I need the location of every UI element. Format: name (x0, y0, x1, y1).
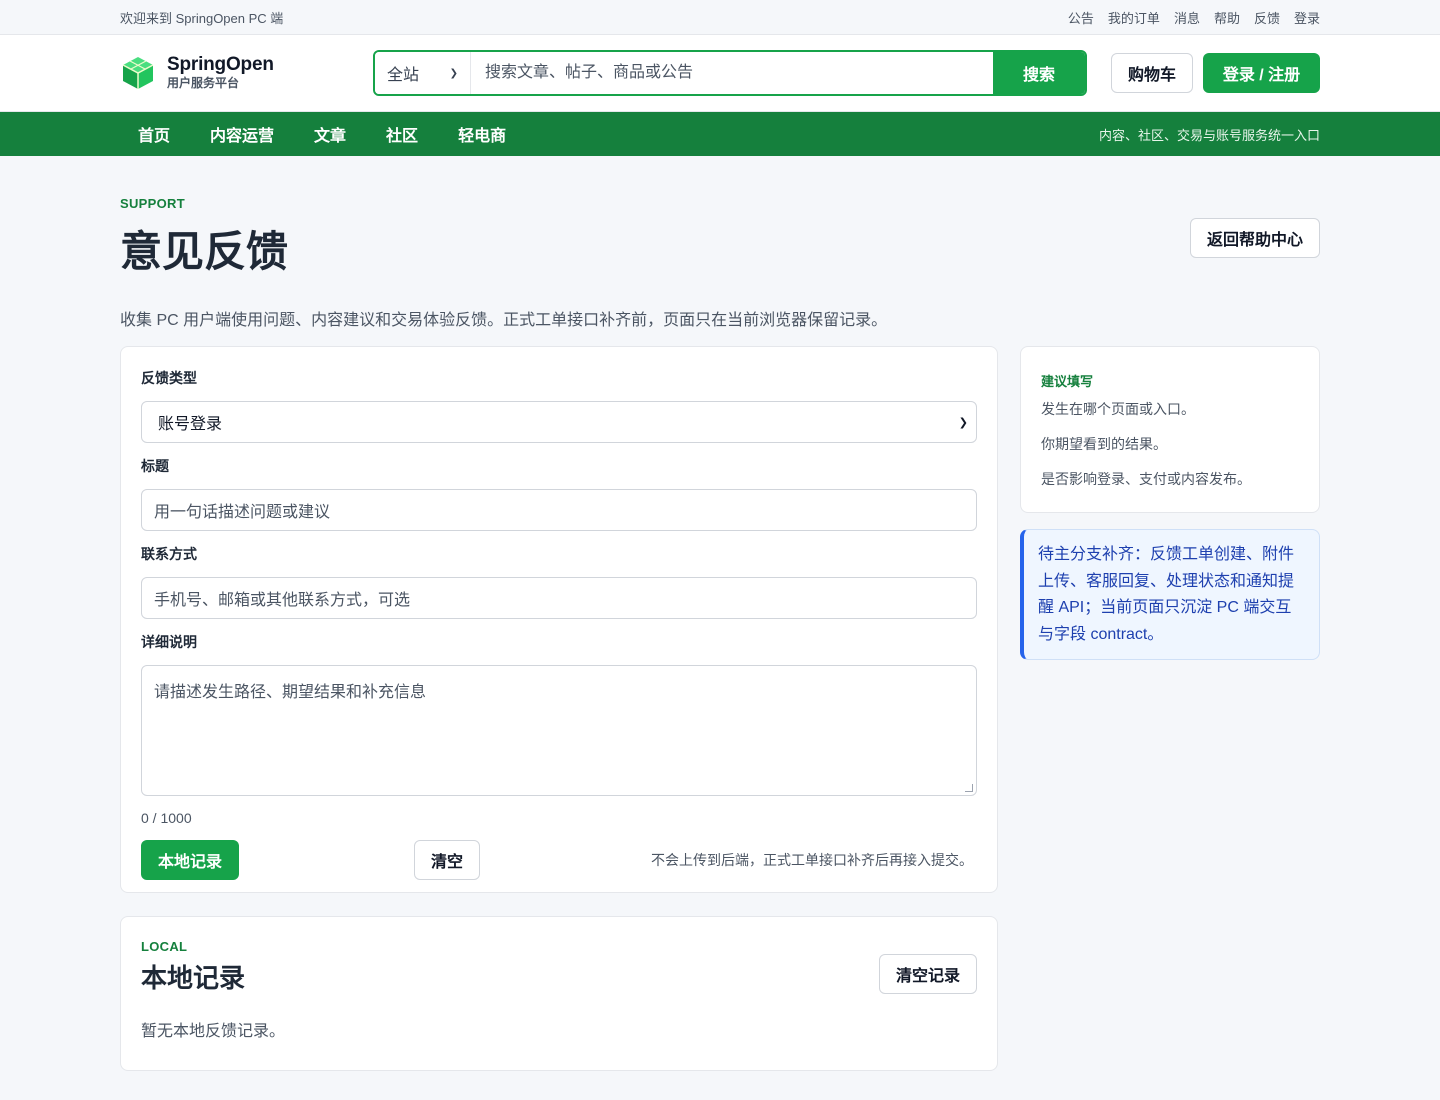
nav-item-ecommerce[interactable]: 轻电商 (458, 122, 506, 146)
local-eyebrow: LOCAL (141, 939, 188, 954)
save-local-button[interactable]: 本地记录 (141, 840, 239, 880)
top-link-help[interactable]: 帮助 (1214, 8, 1240, 27)
top-utility-bar: 欢迎来到 SpringOpen PC 端 公告 我的订单 消息 帮助 反馈 登录 (0, 0, 1440, 35)
feedback-form: 反馈类型 账号登录 ❯ 标题 用一句话描述问题或建议 联系方式 手机号、邮箱或其… (120, 346, 998, 893)
local-records-card: LOCAL 本地记录 暂无本地反馈记录。 清空记录 (120, 916, 998, 1071)
welcome-text: 欢迎来到 SpringOpen PC 端 (120, 10, 284, 26)
search-bar: 全站 ❯ 搜索 (373, 50, 1087, 96)
top-links: 公告 我的订单 消息 帮助 反馈 登录 (1068, 8, 1320, 27)
search-input[interactable] (471, 52, 993, 94)
cart-button[interactable]: 购物车 (1111, 53, 1193, 93)
char-counter: 0 / 1000 (141, 810, 192, 826)
title-label: 标题 (141, 458, 169, 474)
search-button[interactable]: 搜索 (993, 52, 1085, 94)
page-intro: 收集 PC 用户端使用问题、内容建议和交易体验反馈。正式工单接口补齐前，页面只在… (120, 312, 888, 329)
brand-subtitle: 用户服务平台 (167, 76, 240, 90)
top-link-orders[interactable]: 我的订单 (1108, 8, 1160, 27)
brand-logo[interactable]: SpringOpen 用户服务平台 (120, 55, 373, 91)
brand-name: SpringOpen (167, 54, 274, 75)
chevron-down-icon: ❯ (958, 416, 968, 429)
top-link-feedback[interactable]: 反馈 (1254, 8, 1280, 27)
local-empty-text: 暂无本地反馈记录。 (141, 1023, 286, 1040)
submit-note: 不会上传到后端，正式工单接口补齐后再接入提交。 (651, 852, 973, 868)
nav-item-articles[interactable]: 文章 (314, 122, 346, 146)
back-to-help-button[interactable]: 返回帮助中心 (1190, 218, 1320, 258)
type-label: 反馈类型 (141, 370, 197, 386)
feedback-type-value: 账号登录 (158, 416, 223, 433)
top-link-announcements[interactable]: 公告 (1068, 8, 1094, 27)
title-placeholder: 用一句话描述问题或建议 (154, 504, 331, 521)
detail-textarea[interactable]: 请描述发生路径、期望结果和补充信息 (141, 665, 977, 796)
search-scope-value: 全站 (387, 67, 420, 84)
nav-item-content-ops[interactable]: 内容运营 (210, 122, 274, 146)
resize-grip-icon[interactable] (965, 784, 973, 792)
page-title: 意见反馈 (120, 228, 289, 275)
top-link-messages[interactable]: 消息 (1174, 8, 1200, 27)
main-nav: 首页 内容运营 文章 社区 轻电商 内容、社区、交易与账号服务统一入口 (0, 112, 1440, 156)
tip-item: 是否影响登录、支付或内容发布。 (1041, 471, 1251, 487)
detail-placeholder: 请描述发生路径、期望结果和补充信息 (154, 684, 427, 701)
search-scope-select[interactable]: 全站 ❯ (375, 52, 471, 94)
login-register-button[interactable]: 登录 / 注册 (1203, 53, 1320, 93)
tips-card: 建议填写 发生在哪个页面或入口。 你期望看到的结果。 是否影响登录、支付或内容发… (1020, 346, 1320, 513)
nav-item-home[interactable]: 首页 (138, 122, 170, 146)
detail-label: 详细说明 (141, 634, 197, 650)
clear-form-button[interactable]: 清空 (414, 840, 480, 880)
title-input[interactable]: 用一句话描述问题或建议 (141, 489, 977, 531)
page-eyebrow: SUPPORT (120, 196, 185, 211)
page-heading: SUPPORT 意见反馈 返回帮助中心 收集 PC 用户端使用问题、内容建议和交… (120, 156, 1320, 346)
contact-label: 联系方式 (141, 546, 197, 562)
form-actions: 本地记录 清空 不会上传到后端，正式工单接口补齐后再接入提交。 (141, 840, 977, 880)
nav-item-community[interactable]: 社区 (386, 122, 418, 146)
contact-placeholder: 手机号、邮箱或其他联系方式，可选 (154, 592, 411, 609)
clear-records-button[interactable]: 清空记录 (879, 954, 977, 994)
site-header: SpringOpen 用户服务平台 全站 ❯ 搜索 购物车 登录 / 注册 (0, 35, 1440, 112)
tips-title: 建议填写 (1041, 374, 1094, 389)
chevron-down-icon: ❯ (449, 67, 458, 79)
top-link-login[interactable]: 登录 (1294, 8, 1320, 27)
pending-notice: 待主分支补齐：反馈工单创建、附件上传、客服回复、处理状态和通知提醒 API；当前… (1020, 529, 1320, 660)
main-content: 反馈类型 账号登录 ❯ 标题 用一句话描述问题或建议 联系方式 手机号、邮箱或其… (120, 346, 1320, 1100)
local-title: 本地记录 (141, 963, 246, 993)
tip-item: 发生在哪个页面或入口。 (1041, 401, 1195, 417)
tip-item: 你期望看到的结果。 (1041, 436, 1167, 452)
contact-input[interactable]: 手机号、邮箱或其他联系方式，可选 (141, 577, 977, 619)
nav-tagline: 内容、社区、交易与账号服务统一入口 (1098, 127, 1320, 143)
feedback-type-select[interactable]: 账号登录 ❯ (141, 401, 977, 443)
cube-icon (122, 57, 154, 89)
